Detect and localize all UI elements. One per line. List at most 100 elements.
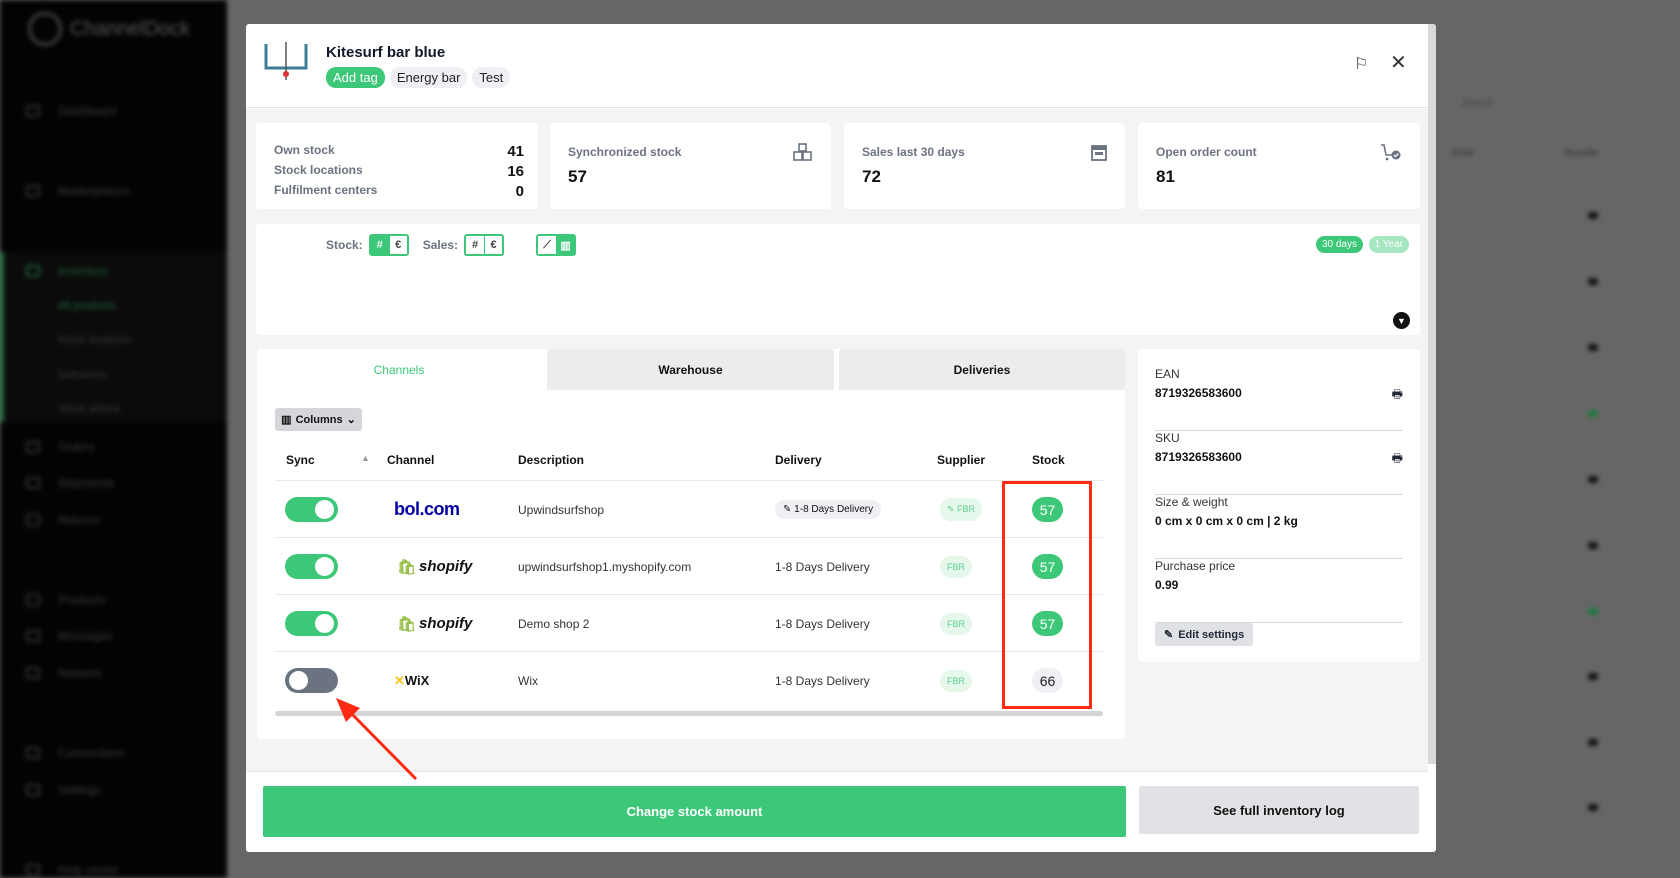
edit-settings-button[interactable]: ✎ Edit settings: [1155, 623, 1254, 646]
range-30-days-button[interactable]: 30 days: [1315, 236, 1363, 253]
stock-highlight-annotation: [1002, 481, 1092, 709]
sidebar-sub-deliveries[interactable]: Deliveries: [58, 369, 106, 381]
supplier-badge[interactable]: FBR: [940, 612, 972, 635]
col-description[interactable]: Description: [518, 453, 584, 467]
description: upwindsurfshop1.myshopify.com: [518, 559, 692, 574]
sidebar-item-connections[interactable]: Connections: [26, 746, 206, 760]
sidebar-item-network[interactable]: Network: [26, 666, 206, 680]
tab-channels[interactable]: Channels: [257, 349, 541, 390]
chevron-down-icon[interactable]: ▼: [1393, 312, 1410, 329]
sales-count-button[interactable]: #: [466, 236, 485, 254]
size-weight-field: Size & weight 0 cm x 0 cm x 0 cm | 2 kg: [1155, 495, 1403, 559]
sidebar-item-shipments[interactable]: Shipments: [26, 476, 206, 490]
channel-logo-shopify: 🛍 shopify: [397, 615, 473, 633]
sync-toggle[interactable]: [285, 497, 338, 522]
product-modal: Kitesurf bar blue Add tag Energy bar Tes…: [246, 24, 1436, 852]
boxes-icon: [793, 143, 812, 161]
col-stock[interactable]: Stock: [1032, 453, 1065, 467]
sidebar-item-inventory[interactable]: Inventory: [26, 264, 206, 278]
supplier-badge[interactable]: FBR: [940, 669, 972, 692]
sku-field: SKU 8719326583600 🖶: [1155, 431, 1403, 495]
sync-toggle[interactable]: [285, 554, 338, 579]
channel-logo-bol: bol.com: [394, 499, 460, 519]
delivery: 1-8 Days Delivery: [775, 559, 870, 574]
ean-field: EAN 8719326583600 🖶: [1155, 367, 1403, 431]
sidebar-item-messages[interactable]: Messages: [26, 629, 206, 643]
delivery-edit-button[interactable]: ✎ 1-8 Days Delivery: [775, 500, 882, 519]
print-icon[interactable]: 🖶: [1392, 449, 1403, 470]
sync-toggle[interactable]: [285, 668, 338, 693]
col-channel[interactable]: Channel: [387, 453, 434, 467]
supplier-badge[interactable]: FBR: [940, 555, 972, 578]
sidebar-sub-all-products[interactable]: All products: [58, 300, 115, 312]
col-sync[interactable]: Sync: [286, 453, 315, 467]
purchase-price-field: Purchase price 0.99: [1155, 559, 1403, 623]
supplier-badge[interactable]: ✎ FBR: [940, 498, 983, 521]
range-1-year-button[interactable]: 1 Year: [1368, 236, 1409, 253]
sync-toggle[interactable]: [285, 611, 338, 636]
sort-icon[interactable]: ▲: [361, 453, 370, 463]
chart-panel: Stock: # € Sales: # € ⟋ ▥ 30 days 1 Year ▼: [256, 224, 1420, 335]
table-horizontal-scrollbar[interactable]: [275, 711, 1103, 716]
sidebar: ChannelDock Dashboard Marketplaces Inven…: [0, 0, 227, 878]
delivery: 1-8 Days Delivery: [775, 673, 870, 688]
tag-list: Add tag Energy bar Test: [326, 67, 511, 88]
description: Wix: [518, 673, 538, 688]
flag-icon[interactable]: ⚐: [1354, 54, 1368, 74]
sidebar-item-returns[interactable]: Returns: [26, 513, 206, 527]
bg-col-ean: EAN: [1452, 148, 1474, 159]
columns-button[interactable]: ▥ Columns ⌄: [275, 408, 362, 431]
product-image: [264, 42, 308, 80]
tag[interactable]: Test: [472, 67, 511, 88]
channel-logo-wix: ✕ WiX: [394, 672, 430, 689]
bar-chart-icon[interactable]: ▥: [556, 236, 575, 254]
open-orders-card: Open order count 81: [1138, 123, 1420, 209]
sidebar-item-help[interactable]: Help center: [26, 863, 206, 877]
table-row: 🛍 shopify Demo shop 2 1-8 Days Delivery F…: [275, 594, 1103, 651]
modal-scrollbar[interactable]: [1428, 24, 1436, 764]
sidebar-sub-stock-advice[interactable]: Stock advice: [58, 403, 120, 415]
stock-currency-button[interactable]: €: [388, 236, 407, 254]
sales-currency-button[interactable]: €: [484, 236, 503, 254]
description: Upwindsurfshop: [518, 502, 605, 517]
modal-header: Kitesurf bar blue Add tag Energy bar Tes…: [246, 24, 1428, 108]
bg-col-bundle: Bundle: [1565, 148, 1599, 159]
stock-toggle-group: Stock: # € Sales: # € ⟋ ▥: [326, 234, 577, 256]
synchronized-stock-card: Synchronized stock 57: [550, 123, 831, 209]
columns-icon: ▥: [281, 414, 292, 426]
delivery: 1-8 Days Delivery: [775, 616, 870, 631]
sidebar-item-marketplaces[interactable]: Marketplaces: [26, 184, 206, 198]
table-row: bol.com Upwindsurfshop ✎ 1-8 Days Delive…: [275, 480, 1103, 537]
sidebar-item-products[interactable]: Products: [26, 593, 206, 607]
col-delivery[interactable]: Delivery: [775, 453, 822, 467]
channels-panel: Channels Warehouse Deliveries ▥ Columns ⌄ …: [257, 349, 1125, 739]
table-row: 🛍 shopify upwindsurfshop1.myshopify.com 1…: [275, 537, 1103, 594]
tab-deliveries[interactable]: Deliveries: [839, 349, 1125, 390]
col-supplier[interactable]: Supplier: [937, 453, 985, 467]
channel-logo-shopify: 🛍 shopify: [397, 558, 473, 576]
add-tag-button[interactable]: Add tag: [326, 67, 385, 88]
line-chart-icon[interactable]: ⟋: [538, 236, 557, 254]
close-icon[interactable]: ✕: [1390, 50, 1407, 75]
pencil-icon: ✎: [1164, 629, 1174, 641]
tab-warehouse[interactable]: Warehouse: [547, 349, 834, 390]
cart-check-icon: [1381, 144, 1401, 161]
modal-body: Own stock 41 Stock locations 16 Fulfilment…: [246, 109, 1428, 771]
bg-search: Search: [1462, 98, 1494, 109]
description: Demo shop 2: [518, 616, 590, 631]
sidebar-sub-stock-locations[interactable]: Stock locations: [58, 334, 132, 346]
stock-summary-card: Own stock 41 Stock locations 16 Fulfilment…: [256, 123, 538, 209]
inventory-log-button[interactable]: See full inventory log: [1139, 786, 1419, 834]
sidebar-item-orders[interactable]: Orders: [26, 440, 206, 454]
product-info-panel: EAN 8719326583600 🖶 SKU 8719326583600 🖶 Si…: [1138, 349, 1420, 662]
sales-card: Sales last 30 days 72: [844, 123, 1125, 209]
stock-count-button[interactable]: #: [370, 236, 389, 254]
print-icon[interactable]: 🖶: [1392, 385, 1403, 406]
sidebar-item-settings[interactable]: Settings: [26, 783, 206, 797]
table-row: ✕ WiX Wix 1-8 Days Delivery FBR 66: [275, 651, 1103, 708]
tag[interactable]: Energy bar: [389, 67, 468, 88]
sidebar-item-dashboard[interactable]: Dashboard: [26, 104, 206, 118]
change-stock-button[interactable]: Change stock amount: [263, 786, 1126, 837]
modal-footer: Change stock amount See full inventory l…: [246, 771, 1428, 852]
calendar-icon: [1091, 145, 1107, 161]
